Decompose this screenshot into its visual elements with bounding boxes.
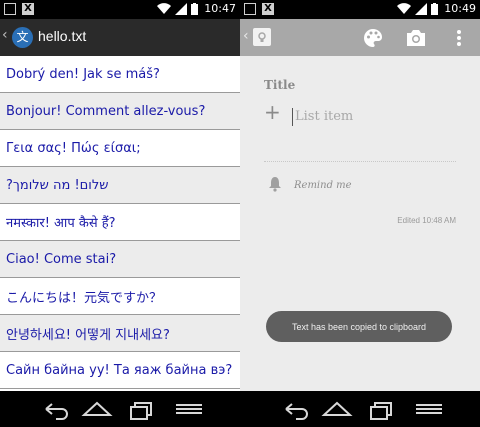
status-bar: X 10:47 [0, 0, 240, 19]
x-notification-icon: X [262, 3, 274, 15]
battery-icon [191, 2, 199, 15]
list-item[interactable]: Ciao! Come stai? [0, 241, 240, 278]
back-chevron-icon[interactable]: ‹ [243, 28, 249, 44]
plus-icon[interactable]: + [264, 102, 281, 122]
left-screen: X 10:47 ‹ 文 hello.txt Dobrý den! Jak se … [0, 0, 240, 427]
nav-back-icon[interactable] [278, 397, 312, 421]
nav-menu-icon[interactable] [172, 397, 206, 421]
nav-home-icon[interactable] [80, 397, 114, 421]
text-cursor [292, 108, 293, 126]
clock: 10:49 [444, 2, 476, 15]
list-item[interactable]: Dobrý den! Jak se máš? [0, 56, 240, 93]
list-item[interactable]: こんにちは！元気ですか？ [0, 278, 240, 315]
keep-app-icon[interactable] [253, 28, 271, 46]
wifi-icon [157, 2, 172, 14]
list-item[interactable]: שלום! מה שלומך? [0, 167, 240, 204]
text-lines-list: Dobrý den! Jak se máš? Bonjour! Comment … [0, 56, 240, 389]
list-item[interactable]: Γεια σας! Πώς είσαι; [0, 130, 240, 167]
notification-icon [244, 3, 256, 15]
navigation-bar [240, 391, 480, 427]
list-item[interactable]: 안녕하세요! 어떻게 지내세요? [0, 315, 240, 352]
toast-message: Text has been copied to clipboard [266, 311, 452, 342]
status-bar: X 10:49 [240, 0, 480, 19]
right-screen: X 10:49 ‹ Title + List item Remind me Ed… [240, 0, 480, 427]
x-notification-icon: X [22, 3, 34, 15]
remind-me-button[interactable]: Remind me [294, 180, 352, 191]
list-item[interactable]: Bonjour! Comment allez-vous? [0, 93, 240, 130]
clock: 10:47 [204, 2, 236, 15]
list-item-input[interactable]: List item [295, 109, 353, 124]
note-title-field[interactable]: Title [264, 78, 295, 92]
divider [264, 161, 456, 162]
action-bar: ‹ [240, 19, 480, 56]
app-title: hello.txt [38, 28, 87, 44]
bell-icon[interactable] [268, 176, 282, 192]
wifi-icon [397, 2, 412, 14]
list-item[interactable]: नमस्कार! आप कैसे हैं? [0, 204, 240, 241]
nav-recents-icon[interactable] [126, 397, 160, 421]
nav-back-icon[interactable] [38, 397, 72, 421]
palette-icon[interactable] [362, 27, 384, 49]
notification-icon [4, 3, 16, 15]
action-bar: ‹ 文 hello.txt [0, 19, 240, 56]
translate-logo-icon[interactable]: 文 [12, 27, 33, 48]
nav-recents-icon[interactable] [366, 397, 400, 421]
overflow-menu-icon[interactable] [448, 27, 470, 49]
battery-icon [431, 2, 439, 15]
camera-icon[interactable] [405, 27, 427, 49]
navigation-bar [0, 391, 240, 427]
edited-timestamp: Edited 10:48 AM [397, 216, 456, 225]
nav-menu-icon[interactable] [412, 397, 446, 421]
signal-icon [415, 2, 428, 15]
nav-home-icon[interactable] [320, 397, 354, 421]
list-item[interactable]: Сайн байна уу! Та яаж байна вэ? [0, 352, 240, 389]
back-chevron-icon[interactable]: ‹ [2, 27, 8, 43]
signal-icon [175, 2, 188, 15]
